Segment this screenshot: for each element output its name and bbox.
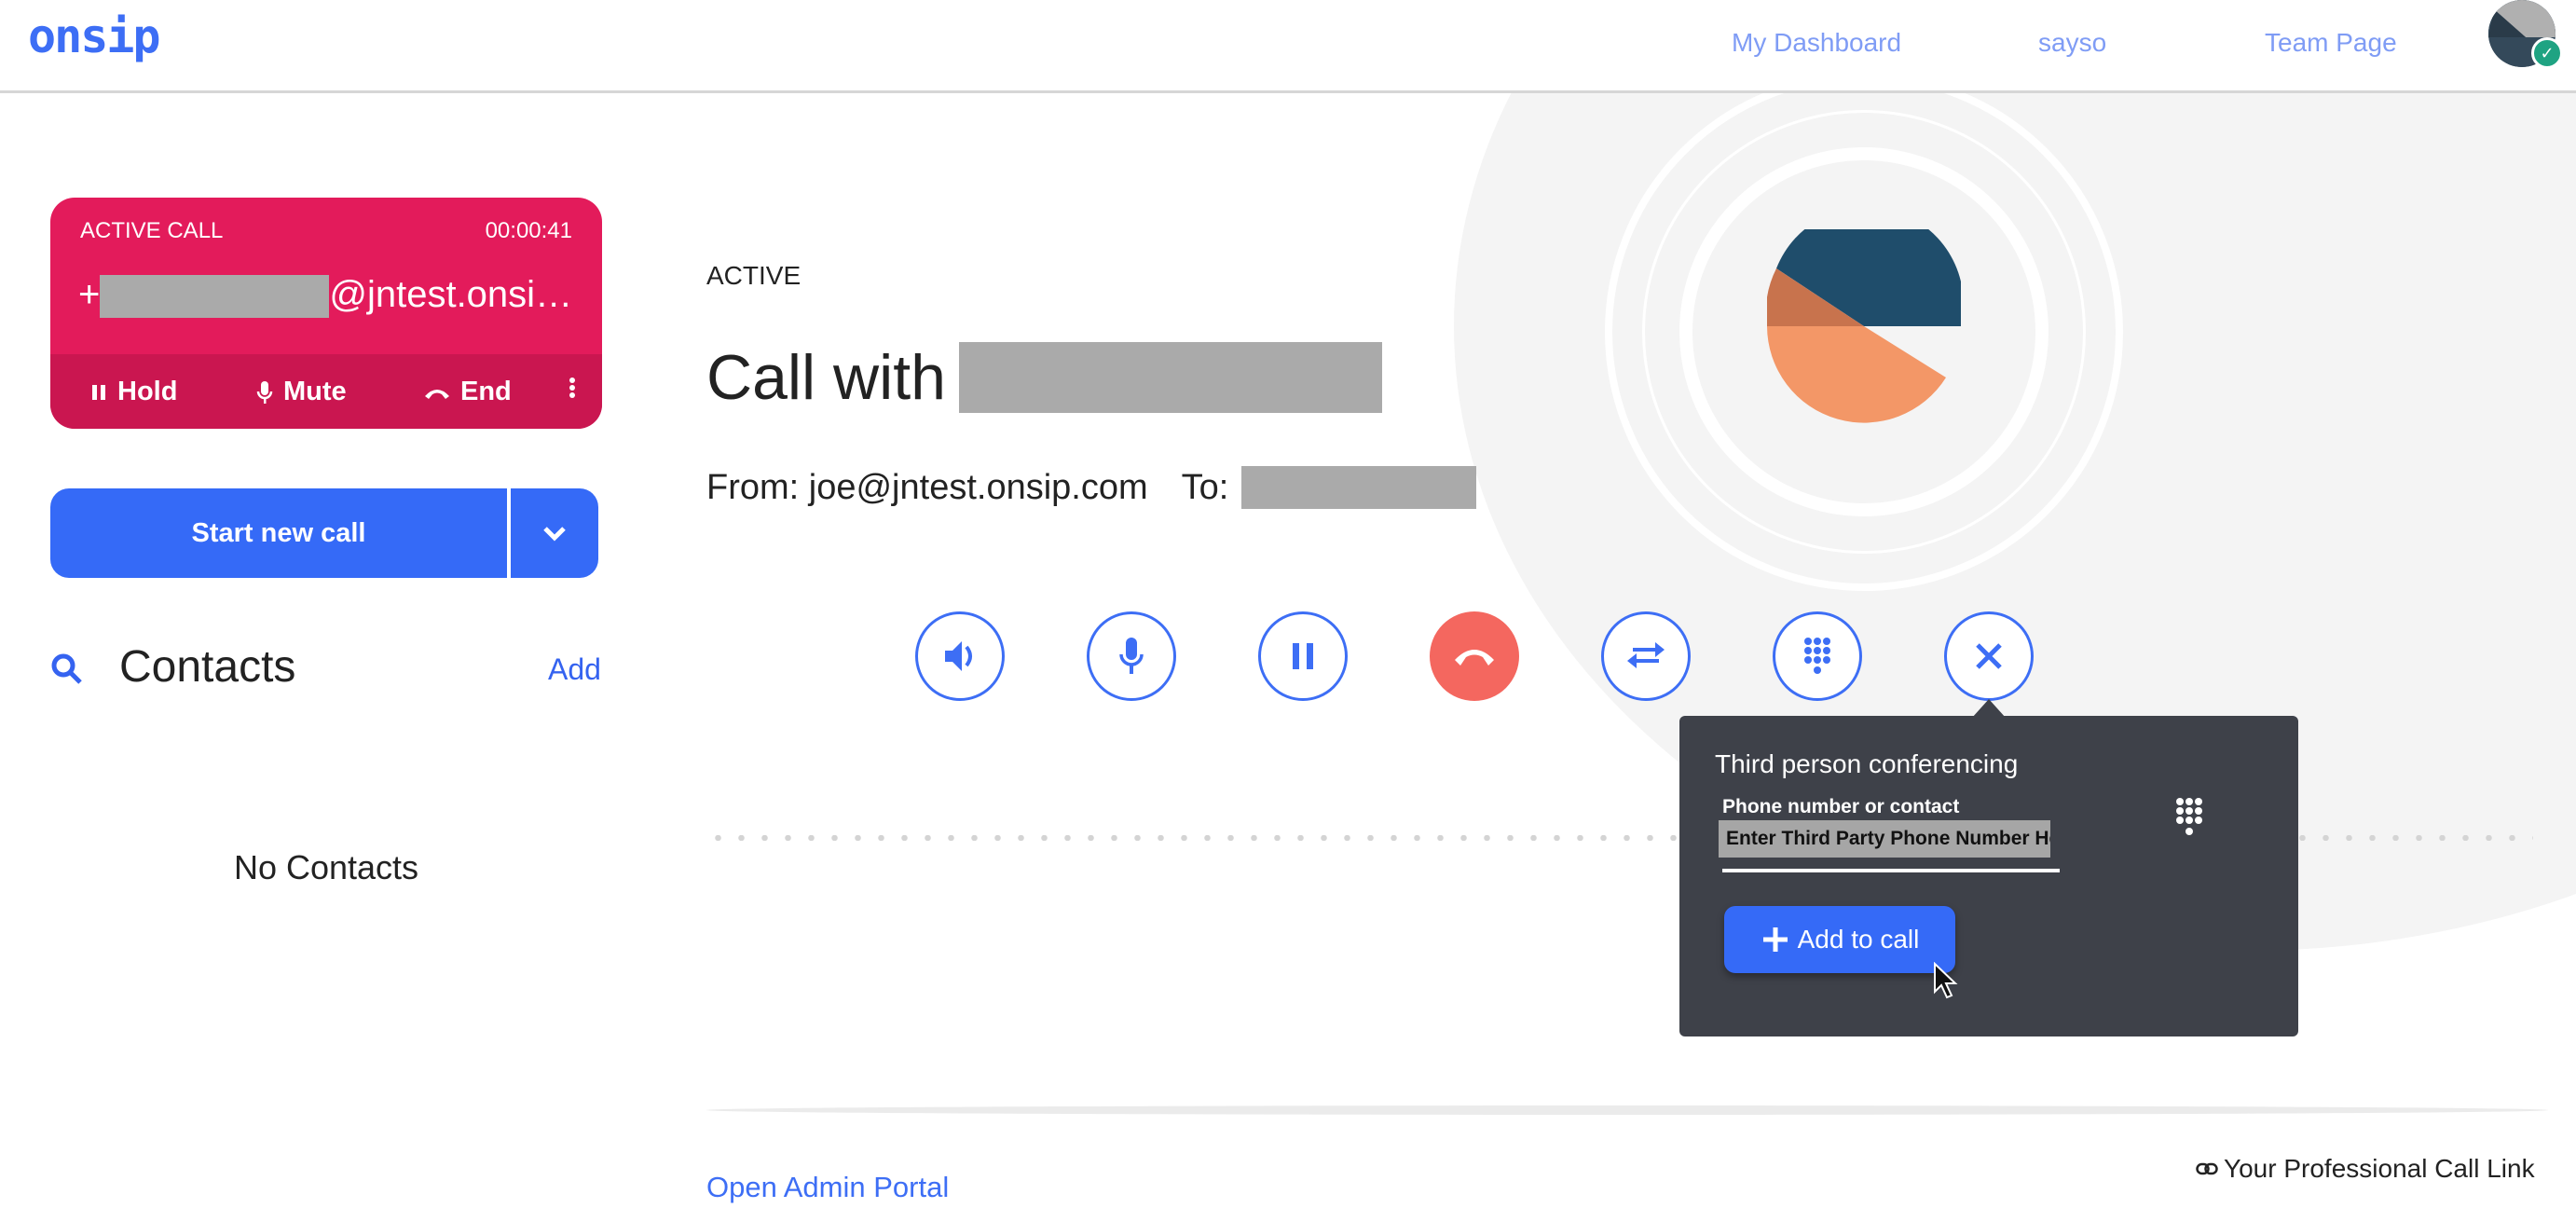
avatar-segment-orange bbox=[1767, 326, 1946, 423]
to-label: To: bbox=[1181, 467, 1229, 507]
redacted-number bbox=[100, 275, 330, 319]
nav-my-dashboard[interactable]: My Dashboard bbox=[1732, 28, 1901, 58]
third-person-conferencing-popup: Third person conferencing Phone number o… bbox=[1679, 716, 2298, 1036]
call-status: ACTIVE bbox=[706, 261, 802, 290]
card-mute-label: Mute bbox=[283, 377, 347, 406]
dialpad-button[interactable] bbox=[1773, 611, 1862, 701]
popup-dialpad-icon[interactable] bbox=[2173, 796, 2205, 841]
mic-icon bbox=[1119, 638, 1144, 674]
plus-icon bbox=[1762, 927, 1788, 952]
pause-icon bbox=[92, 384, 105, 400]
close-icon bbox=[1976, 643, 2002, 669]
start-new-call-button[interactable]: Start new call bbox=[50, 488, 507, 578]
call-timer: 00:00:41 bbox=[485, 218, 572, 243]
transfer-button[interactable] bbox=[1601, 611, 1691, 701]
call-title-prefix: Call with bbox=[706, 342, 946, 413]
search-icon[interactable] bbox=[50, 652, 84, 686]
from-label: From: joe@jntest.onsip.com bbox=[706, 467, 1148, 507]
end-call-button[interactable] bbox=[1430, 611, 1519, 701]
hold-button[interactable] bbox=[1258, 611, 1348, 701]
redacted-contact-name bbox=[958, 342, 1382, 413]
caller-number: + @jntest.onsi… bbox=[78, 274, 573, 319]
no-contacts-message: No Contacts bbox=[233, 848, 419, 886]
nav-sayso[interactable]: sayso bbox=[2038, 28, 2106, 58]
active-call-actions: Hold Mute End bbox=[50, 354, 602, 429]
nav-team-page[interactable]: Team Page bbox=[2265, 28, 2397, 58]
onsip-logo[interactable]: onsip bbox=[28, 9, 161, 63]
redacted-to-number bbox=[1241, 466, 1477, 509]
card-mute-button[interactable]: Mute bbox=[255, 377, 347, 407]
add-to-call-button[interactable]: Add to call bbox=[1724, 906, 1955, 973]
mute-button[interactable] bbox=[1087, 611, 1176, 701]
dialpad-icon bbox=[1804, 638, 1830, 674]
active-call-card[interactable]: ACTIVE CALL 00:00:41 + @jntest.onsi… Hold… bbox=[50, 198, 602, 429]
call-title: Call with bbox=[706, 341, 1382, 414]
contacts-title: Contacts bbox=[119, 642, 296, 692]
speaker-icon bbox=[945, 641, 972, 671]
transfer-icon bbox=[1627, 642, 1665, 668]
hangup-icon bbox=[1455, 650, 1494, 666]
open-admin-portal-link[interactable]: Open Admin Portal bbox=[706, 1171, 949, 1204]
phone-field-label: Phone number or contact bbox=[1722, 796, 1960, 817]
contact-avatar bbox=[1767, 229, 1961, 423]
mic-icon bbox=[256, 380, 273, 404]
popup-arrow bbox=[1972, 699, 2006, 718]
active-call-info: ACTIVE CALL 00:00:41 + @jntest.onsi… bbox=[50, 198, 602, 354]
card-hold-label: Hold bbox=[117, 377, 178, 406]
more-vertical-icon bbox=[569, 378, 575, 398]
active-call-label: ACTIVE CALL bbox=[80, 218, 224, 243]
call-from-to: From: joe@jntest.onsip.com To: bbox=[706, 466, 1477, 509]
close-conference-button[interactable] bbox=[1944, 611, 2034, 701]
add-to-call-label: Add to call bbox=[1797, 925, 1920, 954]
section-divider bbox=[706, 1105, 2548, 1115]
pause-icon bbox=[1293, 643, 1313, 669]
card-more-button[interactable] bbox=[569, 377, 576, 399]
top-header: onsip My Dashboard sayso Team Page ✓ bbox=[0, 0, 2576, 93]
chevron-down-icon bbox=[543, 527, 566, 542]
link-icon bbox=[2196, 1162, 2218, 1175]
card-end-label: End bbox=[460, 377, 512, 406]
popup-title: Third person conferencing bbox=[1715, 749, 2019, 778]
speaker-button[interactable] bbox=[915, 611, 1005, 701]
input-underline bbox=[1722, 869, 2060, 872]
add-contact-button[interactable]: Add bbox=[548, 652, 601, 687]
start-call-dropdown-button[interactable] bbox=[511, 488, 598, 578]
card-end-button[interactable]: End bbox=[423, 377, 512, 407]
number-suffix: @jntest.onsi… bbox=[329, 274, 573, 315]
card-hold-button[interactable]: Hold bbox=[91, 377, 177, 407]
mouse-cursor-icon bbox=[1934, 962, 1958, 999]
number-prefix: + bbox=[78, 274, 101, 315]
professional-call-link[interactable]: Your Professional Call Link bbox=[2196, 1154, 2535, 1184]
status-check-icon: ✓ bbox=[2531, 37, 2563, 69]
third-party-phone-input[interactable] bbox=[1719, 820, 2050, 858]
hangup-icon bbox=[425, 389, 449, 399]
call-link-label: Your Professional Call Link bbox=[2224, 1154, 2535, 1183]
